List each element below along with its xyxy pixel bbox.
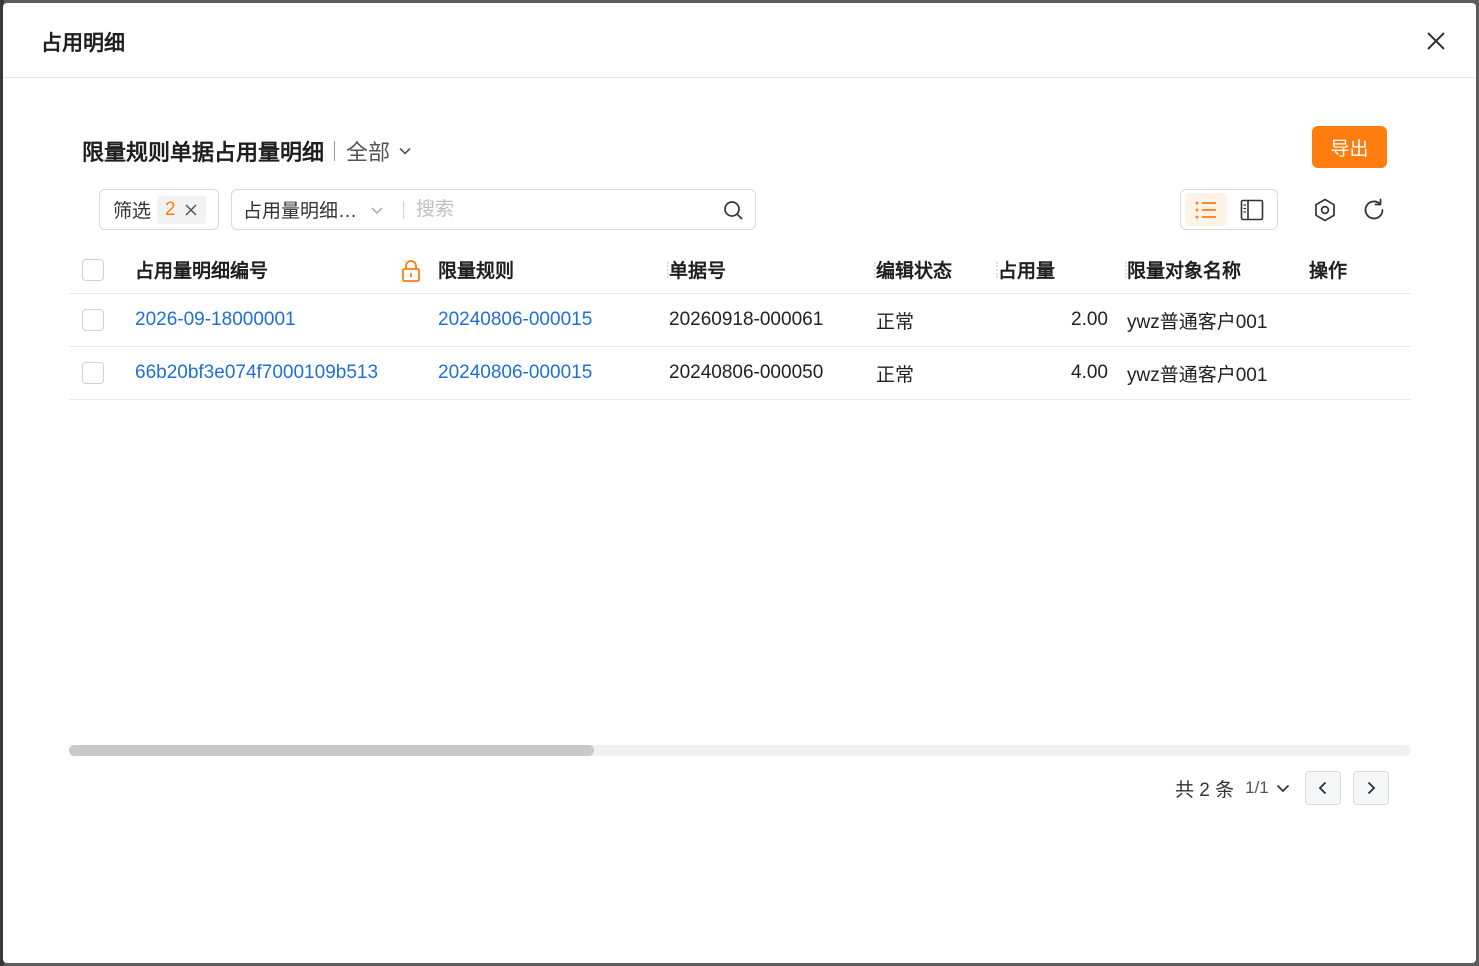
occupied-qty: 4.00 (1071, 362, 1108, 383)
pagination: 共 2 条 1/1 (1175, 770, 1389, 806)
filter-count-box: 2 (157, 195, 206, 224)
table-row[interactable]: 2026-09-18000001 20240806-000015 2026091… (69, 294, 1411, 347)
row-check-cell (69, 347, 135, 399)
search-box: 占用量明细… (231, 189, 756, 230)
section-title: 限量规则单据占用量明细 (82, 140, 325, 165)
prev-page-button[interactable] (1304, 771, 1341, 805)
header-rule-label: 限量规则 (438, 261, 515, 282)
scrollbar-thumb[interactable] (69, 745, 594, 756)
page-indicator: 1/1 (1245, 778, 1269, 797)
header-target[interactable]: 限量对象名称 (1127, 246, 1309, 293)
occupancy-table: 占用量明细编号 限量规则 单据号 编辑状态 占用量 限量对象名称 操作 2026… (69, 246, 1411, 400)
settings-icon[interactable] (1312, 197, 1338, 228)
clear-filter-icon[interactable] (184, 203, 198, 217)
chevron-left-icon (1318, 781, 1326, 795)
bill-number: 20260918-000061 (669, 309, 824, 330)
scope-select-label: 全部 (346, 140, 391, 165)
occupied-qty: 2.00 (1071, 309, 1108, 330)
export-button[interactable]: 导出 (1312, 126, 1387, 168)
search-field-label: 占用量明细… (243, 201, 358, 222)
dialog-header: 占用明细 (3, 3, 1476, 78)
row-actions (1309, 347, 1411, 399)
code-link[interactable]: 2026-09-18000001 (135, 294, 438, 346)
header-op-label: 操作 (1309, 261, 1348, 282)
lock-icon[interactable] (400, 259, 422, 289)
header-rule[interactable]: 限量规则 (438, 246, 669, 293)
total-count: 共 2 条 (1175, 779, 1235, 801)
row-checkbox[interactable] (82, 362, 104, 384)
dialog-title: 占用明细 (41, 32, 125, 55)
target-name: ywz普通客户001 (1127, 311, 1268, 333)
rule-link[interactable]: 20240806-000015 (438, 347, 669, 399)
target-name: ywz普通客户001 (1127, 364, 1268, 386)
row-checkbox[interactable] (82, 309, 104, 331)
search-input[interactable] (404, 198, 704, 221)
section-title-row: 限量规则单据占用量明细 全部 (82, 131, 412, 171)
chevron-down-icon (371, 206, 383, 214)
header-status-label: 编辑状态 (876, 261, 953, 282)
next-page-button[interactable] (1352, 771, 1389, 805)
split-view-icon[interactable] (1231, 193, 1273, 226)
page-select[interactable]: 1/1 (1245, 778, 1291, 798)
rule-link[interactable]: 20240806-000015 (438, 294, 669, 346)
header-bill-label: 单据号 (669, 261, 727, 282)
table-header-row: 占用量明细编号 限量规则 单据号 编辑状态 占用量 限量对象名称 操作 (69, 246, 1411, 294)
row-actions (1309, 294, 1411, 346)
table-row[interactable]: 66b20bf3e074f7000109b513 20240806-000015… (69, 347, 1411, 400)
close-icon[interactable] (1422, 27, 1450, 55)
search-field-select[interactable]: 占用量明细… (232, 196, 395, 223)
chevron-right-icon (1367, 781, 1376, 795)
header-target-label: 限量对象名称 (1127, 261, 1242, 282)
scope-select[interactable]: 全部 (346, 135, 412, 167)
occupancy-detail-dialog: 占用明细 限量规则单据占用量明细 全部 导出 筛选 2 占用量明细… 搜索 占用… (3, 3, 1476, 963)
bill-number: 20240806-000050 (669, 362, 824, 383)
select-all-checkbox[interactable] (82, 258, 104, 281)
filter-count: 2 (165, 198, 176, 220)
header-bill[interactable]: 单据号 (669, 246, 876, 293)
search-icon[interactable] (723, 200, 744, 226)
chevron-down-icon (1276, 784, 1289, 793)
header-code-label: 占用量明细编号 (135, 261, 269, 282)
header-qty[interactable]: 占用量 (998, 246, 1127, 293)
header-code[interactable]: 占用量明细编号 (135, 246, 438, 293)
row-check-cell (69, 294, 135, 346)
code-link[interactable]: 66b20bf3e074f7000109b513 (135, 347, 438, 399)
title-divider (334, 141, 336, 161)
header-op: 操作 (1309, 246, 1411, 293)
header-check-cell (69, 246, 135, 293)
header-status[interactable]: 编辑状态 (876, 246, 998, 293)
edit-status: 正常 (876, 364, 915, 386)
filter-chip[interactable]: 筛选 2 (99, 189, 219, 230)
view-toggle (1180, 189, 1278, 230)
edit-status: 正常 (876, 311, 915, 333)
refresh-icon[interactable] (1361, 197, 1387, 228)
header-qty-label: 占用量 (998, 261, 1056, 282)
chevron-down-icon (399, 147, 411, 155)
list-view-icon[interactable] (1185, 193, 1227, 226)
filter-label: 筛选 (113, 201, 152, 222)
horizontal-scrollbar[interactable] (69, 745, 1411, 756)
